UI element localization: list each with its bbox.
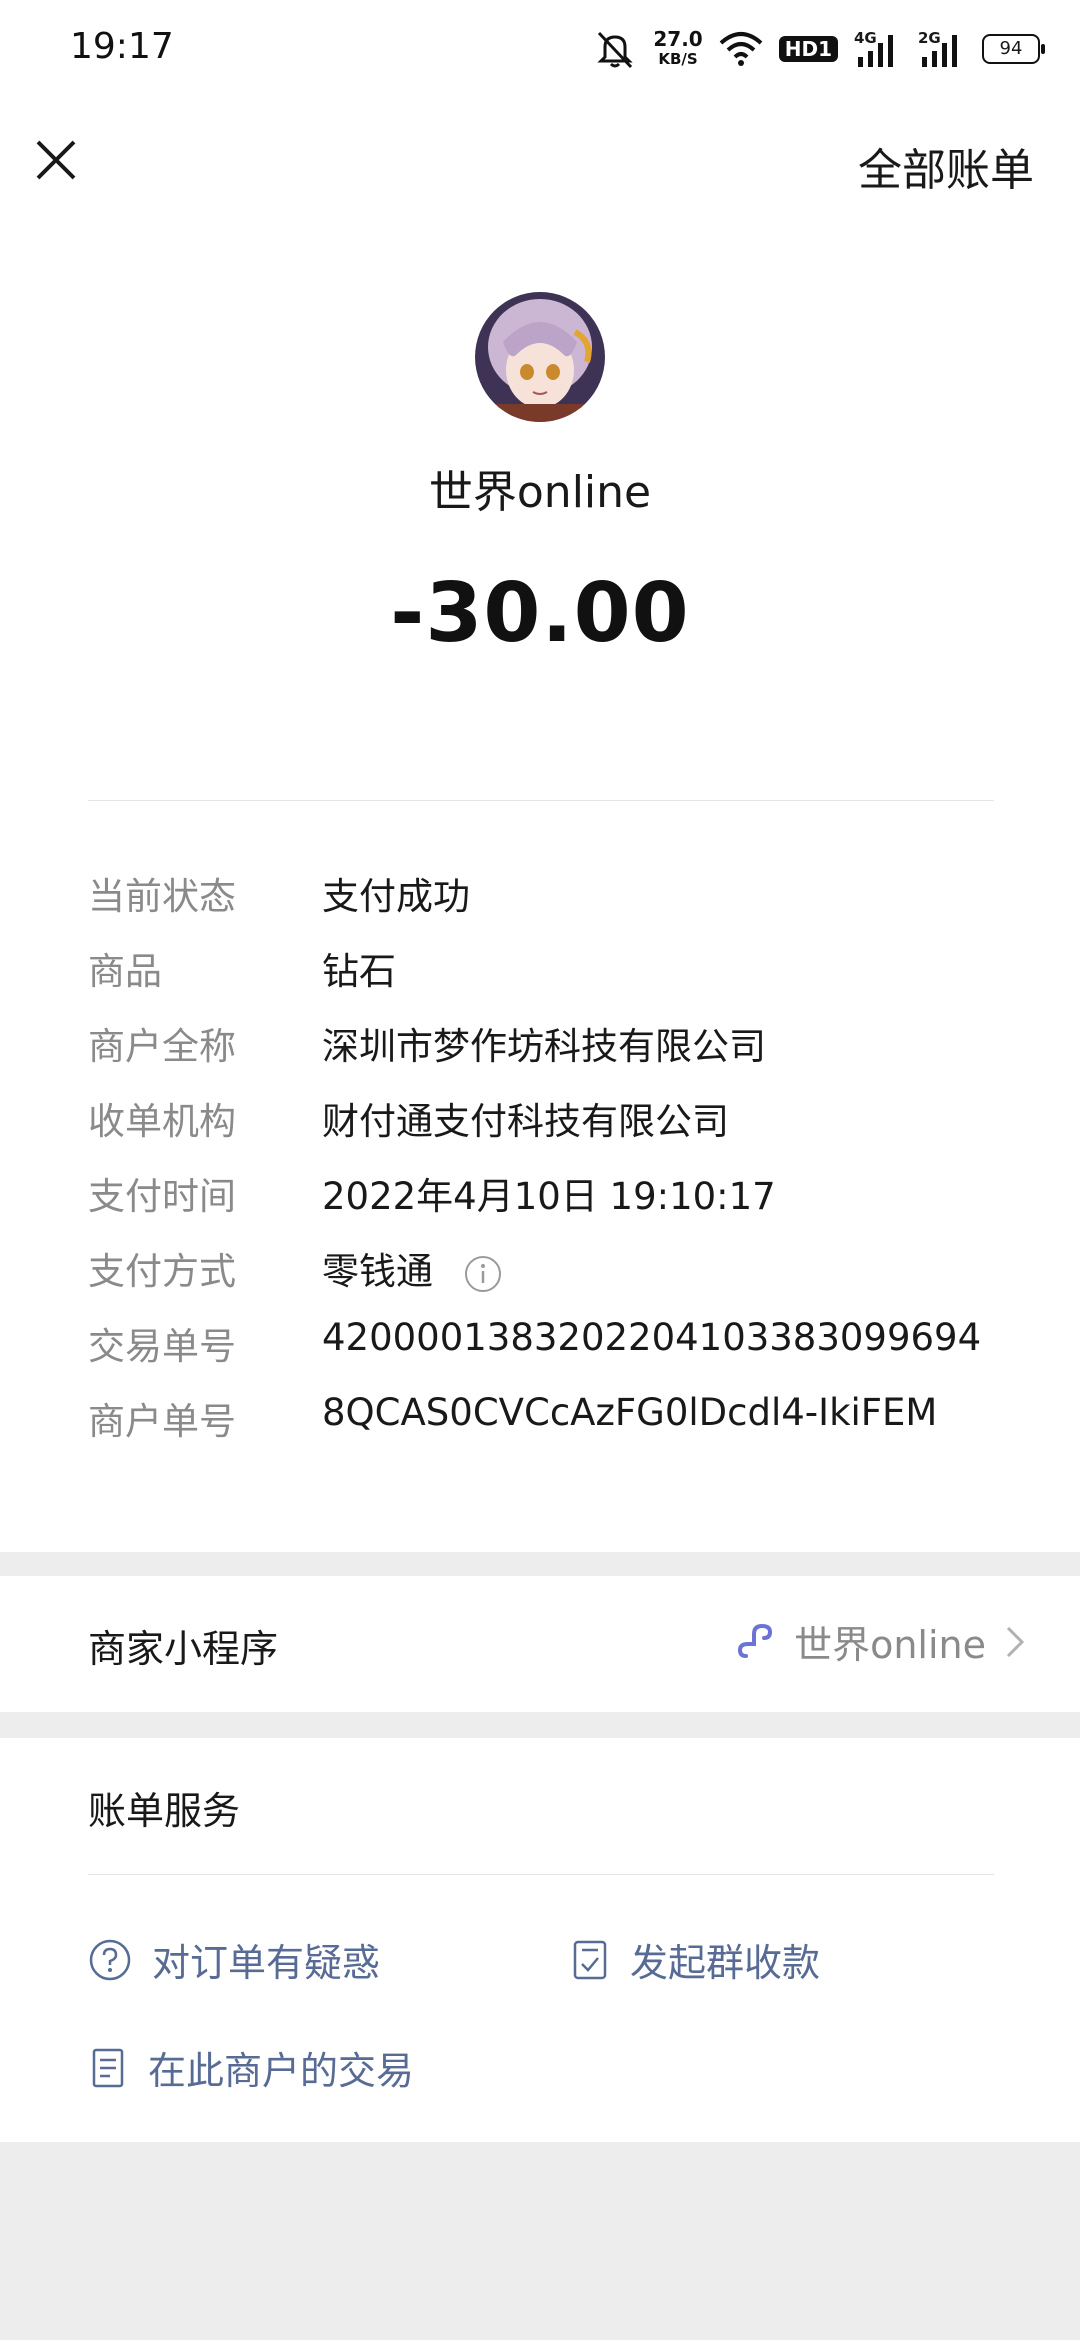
- detail-value: 4200001383202204103383099694: [322, 1316, 982, 1359]
- detail-row-acquirer: 收单机构 财付通支付科技有限公司: [88, 1091, 1038, 1166]
- detail-value: 深圳市梦作坊科技有限公司: [322, 1025, 766, 1068]
- detail-key: 商品: [88, 950, 162, 993]
- hd-badge: HD1: [778, 36, 838, 62]
- network-speed: 27.0 KB/S: [653, 29, 702, 69]
- status-bar: 19:17 27.0 KB/S HD1 4G 2G 94: [0, 0, 1080, 96]
- detail-value: 钻石: [322, 950, 396, 993]
- order-question-label: 对订单有疑惑: [152, 1941, 381, 1985]
- signal-4g: 4G: [854, 29, 902, 69]
- divider: [88, 1874, 994, 1875]
- bill-service-section: 账单服务 对订单有疑惑 发起群收款 在此商户的交易: [0, 1738, 1080, 2142]
- divider: [88, 800, 994, 801]
- all-bills-button[interactable]: 全部账单: [858, 134, 1034, 198]
- avatar[interactable]: [475, 292, 605, 422]
- detail-key: 当前状态: [88, 875, 236, 918]
- detail-row-pay-time: 支付时间 2022年4月10日 19:10:17: [88, 1166, 1038, 1241]
- detail-value: 8QCAS0CVCcAzFG0lDcdl4-IkiFEM: [322, 1391, 938, 1434]
- info-icon[interactable]: [463, 1254, 503, 1294]
- merchant-transactions-link[interactable]: 在此商户的交易: [88, 2040, 414, 2095]
- detail-value-wrap: 零钱通: [322, 1241, 503, 1295]
- detail-value: 2022年4月10日 19:10:17: [322, 1175, 776, 1218]
- battery-icon: 94: [982, 34, 1045, 64]
- chevron-right-icon: [1006, 1626, 1025, 1657]
- question-circle-icon: [89, 1939, 131, 1980]
- merchant-transactions-label: 在此商户的交易: [148, 2049, 415, 2093]
- bill-detail-card: 世界online -30.00 当前状态 支付成功 商品 钻石 商户全称 深圳市…: [0, 226, 1080, 1552]
- payment-amount: -30.00: [390, 566, 690, 661]
- mute-bell-icon: [597, 31, 633, 69]
- speed-value: 27.0: [653, 27, 703, 51]
- detail-row-product: 商品 钻石: [88, 941, 1038, 1016]
- detail-key: 商户单号: [88, 1400, 236, 1443]
- detail-value: 财付通支付科技有限公司: [322, 1100, 729, 1143]
- detail-key: 商户全称: [88, 1025, 236, 1068]
- avatar-image: [475, 292, 605, 422]
- group-collect-icon: [573, 1940, 607, 1979]
- mini-program-name: 世界online: [794, 1623, 986, 1667]
- speed-unit: KB/S: [658, 50, 698, 68]
- detail-row-merchant-fullname: 商户全称 深圳市梦作坊科技有限公司: [88, 1016, 1038, 1091]
- order-question-link[interactable]: 对订单有疑惑: [88, 1932, 380, 1987]
- mini-program-row[interactable]: 商家小程序 世界online: [0, 1576, 1080, 1712]
- mini-program-icon: [738, 1623, 773, 1658]
- detail-key: 交易单号: [88, 1325, 236, 1368]
- detail-key: 支付时间: [88, 1175, 236, 1218]
- group-collect-label: 发起群收款: [630, 1941, 821, 1985]
- group-collect-link[interactable]: 发起群收款: [570, 1932, 820, 1987]
- detail-list: 当前状态 支付成功 商品 钻石 商户全称 深圳市梦作坊科技有限公司 收单机构 财…: [88, 866, 1038, 1466]
- nav-bar: 全部账单: [0, 96, 1080, 227]
- mini-program-label: 商家小程序: [88, 1627, 279, 1671]
- status-icons: 27.0 KB/S HD1 4G 2G 94: [593, 24, 1045, 74]
- detail-key: 收单机构: [88, 1100, 236, 1143]
- detail-row-merchant-order-no: 商户单号 8QCAS0CVCcAzFG0lDcdl4-IkiFEM: [88, 1391, 1038, 1466]
- merchant-name: 世界online: [428, 467, 652, 518]
- document-icon: [92, 2048, 124, 2087]
- detail-value: 零钱通: [322, 1250, 433, 1293]
- mini-program-link[interactable]: 世界online: [736, 1614, 1030, 1669]
- signal-icon: [922, 35, 957, 67]
- detail-row-pay-method: 支付方式 零钱通: [88, 1241, 1038, 1316]
- close-icon[interactable]: [28, 132, 84, 188]
- detail-row-transaction-no: 交易单号 4200001383202204103383099694: [88, 1316, 1038, 1391]
- detail-row-status: 当前状态 支付成功: [88, 866, 1038, 941]
- bill-service-title: 账单服务: [88, 1789, 241, 1833]
- signal-icon: [858, 35, 893, 67]
- wifi-icon: [719, 32, 763, 66]
- signal-2g: 2G: [918, 29, 966, 69]
- detail-value: 支付成功: [322, 875, 470, 918]
- detail-key: 支付方式: [88, 1250, 236, 1293]
- status-time: 19:17: [70, 26, 174, 67]
